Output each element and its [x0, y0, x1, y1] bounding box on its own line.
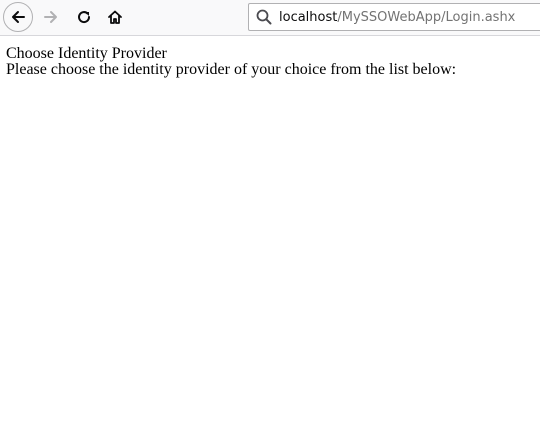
- url-host: localhost: [279, 9, 338, 25]
- home-icon: [108, 10, 122, 24]
- forward-arrow-icon: [44, 11, 57, 23]
- page-title: Choose Identity Provider: [6, 45, 167, 62]
- forward-button[interactable]: [36, 2, 66, 32]
- back-button[interactable]: [3, 2, 33, 32]
- reload-icon: [78, 11, 91, 24]
- reload-button[interactable]: [69, 2, 99, 32]
- page-content: Choose Identity Provider Please choose t…: [6, 46, 456, 78]
- url-path: /MySSOWebApp/Login.ashx: [337, 9, 516, 25]
- back-arrow-icon: [12, 11, 25, 23]
- browser-toolbar: localhost/MySSOWebApp/Login.ashx: [0, 0, 540, 36]
- search-icon: [255, 8, 273, 26]
- address-bar[interactable]: localhost/MySSOWebApp/Login.ashx: [248, 3, 540, 31]
- url-text[interactable]: localhost/MySSOWebApp/Login.ashx: [279, 10, 515, 25]
- home-button[interactable]: [100, 2, 130, 32]
- instructions-text: Please choose the identity provider of y…: [6, 61, 457, 78]
